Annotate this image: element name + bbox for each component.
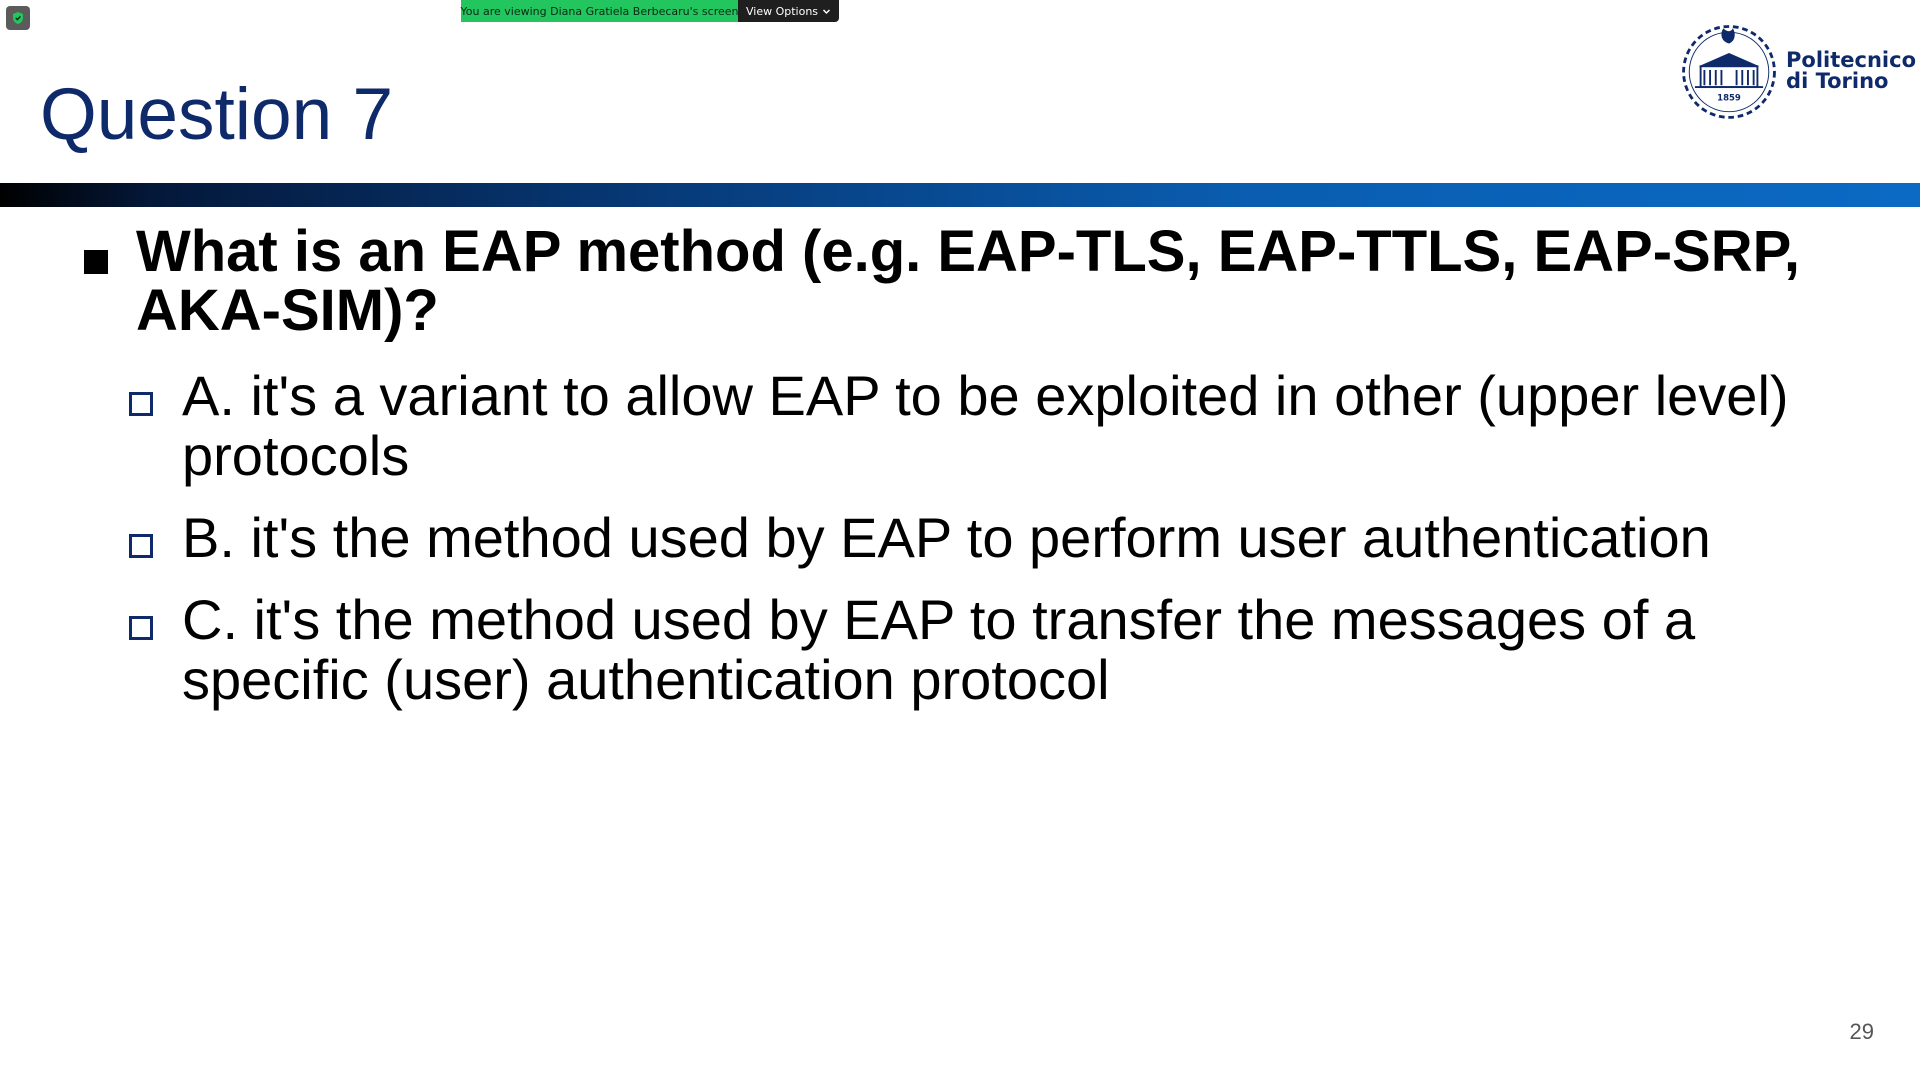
politecnico-logo: 1859 Politecnico di Torino	[1676, 16, 1916, 126]
question-text: What is an EAP method (e.g. EAP-TLS, EAP…	[136, 219, 1800, 343]
screen-share-banner: You are viewing Diana Gratiela Berbecaru…	[461, 0, 839, 22]
square-bullet-icon	[84, 250, 108, 274]
screen-share-view: You are viewing Diana Gratiela Berbecaru…	[0, 0, 1920, 1080]
answer-option-b: B. it's the method used by EAP to perfor…	[129, 508, 1884, 568]
university-seal-icon: 1859	[1682, 25, 1776, 119]
logo-line-2: di Torino	[1786, 69, 1889, 93]
chevron-down-icon	[823, 8, 831, 14]
answer-option-text: C. it's the method used by EAP to transf…	[182, 588, 1696, 711]
answer-option-a: A. it's a variant to allow EAP to be exp…	[129, 366, 1884, 486]
logo-text: Politecnico di Torino	[1786, 50, 1916, 92]
answer-options: A. it's a variant to allow EAP to be exp…	[129, 366, 1884, 710]
title-divider-bar	[0, 183, 1920, 207]
checkbox-bullet-icon	[129, 534, 156, 561]
checkbox-bullet-icon	[129, 616, 156, 643]
shield-icon	[13, 12, 23, 24]
checkbox-bullet-icon	[129, 392, 156, 419]
question-row: What is an EAP method (e.g. EAP-TLS, EAP…	[84, 222, 1884, 340]
view-options-button[interactable]: View Options	[738, 0, 839, 22]
answer-option-text: A. it's a variant to allow EAP to be exp…	[182, 364, 1789, 487]
security-shield-button[interactable]	[6, 6, 30, 30]
logo-line-1: Politecnico	[1786, 48, 1916, 72]
question-block: What is an EAP method (e.g. EAP-TLS, EAP…	[84, 222, 1884, 732]
viewing-status-text: You are viewing Diana Gratiela Berbecaru…	[461, 0, 738, 22]
answer-option-c: C. it's the method used by EAP to transf…	[129, 590, 1884, 710]
slide-title: Question 7	[40, 74, 394, 155]
seal-year: 1859	[1717, 93, 1741, 103]
view-options-label: View Options	[746, 4, 819, 18]
page-number: 29	[1849, 1019, 1874, 1044]
answer-option-text: B. it's the method used by EAP to perfor…	[182, 506, 1711, 569]
